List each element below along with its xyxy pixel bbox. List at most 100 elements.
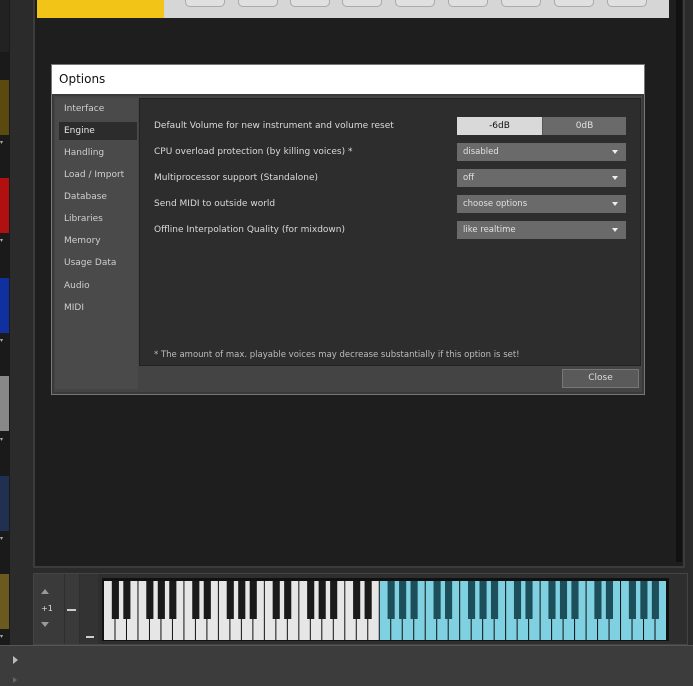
sidebar-item-engine[interactable]: Engine: [59, 122, 137, 140]
close-button[interactable]: Close: [562, 369, 639, 388]
cpu-overload-dropdown[interactable]: disabled: [457, 143, 626, 161]
cpu-overload-value: disabled: [463, 147, 499, 157]
black-key[interactable]: [548, 581, 556, 619]
black-key[interactable]: [490, 581, 499, 619]
black-key[interactable]: [238, 581, 246, 619]
black-key[interactable]: [410, 581, 418, 619]
thumbnail[interactable]: [0, 574, 9, 629]
black-key[interactable]: [226, 581, 234, 619]
mod-wheel-indicator[interactable]: [86, 636, 94, 638]
header-button[interactable]: [395, 0, 435, 7]
vertical-scrollbar[interactable]: [676, 0, 682, 562]
black-key[interactable]: [467, 581, 476, 619]
header-button[interactable]: [448, 0, 488, 7]
header-button[interactable]: [554, 0, 594, 7]
thumbnail[interactable]: [0, 278, 9, 333]
collapse-arrow-icon[interactable]: [13, 677, 17, 683]
send-midi-dropdown[interactable]: choose options: [457, 195, 626, 213]
black-key[interactable]: [640, 581, 648, 619]
black-key[interactable]: [284, 581, 292, 619]
black-key[interactable]: [387, 581, 395, 619]
sidebar-item-libraries[interactable]: Libraries: [59, 210, 137, 228]
sidebar-item-usage-data[interactable]: Usage Data: [59, 254, 137, 272]
header-button[interactable]: [501, 0, 541, 7]
pitch-wheel-indicator[interactable]: [67, 609, 76, 611]
offline-quality-value: like realtime: [463, 225, 516, 235]
thumbnail-arrow-icon[interactable]: ▾: [0, 338, 6, 344]
instrument-thumbnail-strip: ▾ ▾ ▾ ▾ ▾ ▾: [0, 0, 10, 645]
black-key[interactable]: [445, 581, 453, 619]
black-key[interactable]: [364, 581, 372, 619]
black-key[interactable]: [157, 581, 165, 619]
thumbnail[interactable]: [0, 376, 9, 431]
piano-keyboard[interactable]: [102, 578, 669, 641]
thumbnail[interactable]: [0, 178, 9, 233]
thumbnail-arrow-icon[interactable]: ▾: [0, 634, 6, 640]
black-key[interactable]: [605, 581, 613, 619]
sidebar-item-midi[interactable]: MIDI: [59, 299, 137, 317]
sidebar-item-interface[interactable]: Interface: [59, 100, 137, 118]
cpu-overload-label: CPU overload protection (by killing voic…: [154, 147, 353, 157]
instrument-header-image: [37, 0, 164, 18]
sidebar-item-handling[interactable]: Handling: [59, 144, 137, 162]
thumbnail-arrow-icon[interactable]: ▾: [0, 437, 6, 443]
octave-up-icon[interactable]: [41, 589, 49, 594]
expand-arrow-icon[interactable]: [13, 656, 18, 664]
black-key[interactable]: [594, 581, 602, 619]
black-key[interactable]: [123, 581, 131, 619]
thumbnail-arrow-icon[interactable]: ▾: [0, 536, 6, 542]
black-key[interactable]: [651, 581, 659, 619]
black-key[interactable]: [169, 581, 177, 619]
sidebar-item-database[interactable]: Database: [59, 188, 137, 206]
black-key[interactable]: [272, 581, 280, 619]
options-sidebar: Interface Engine Handling Load / Import …: [55, 98, 138, 389]
black-key[interactable]: [525, 581, 533, 619]
sidebar-item-audio[interactable]: Audio: [59, 277, 137, 295]
octave-down-icon[interactable]: [41, 622, 49, 627]
mod-control: [80, 574, 98, 644]
chevron-down-icon: [612, 150, 618, 154]
thumbnail[interactable]: [0, 476, 9, 531]
black-key[interactable]: [192, 581, 200, 619]
send-midi-label: Send MIDI to outside world: [154, 199, 276, 209]
sidebar-item-load-import[interactable]: Load / Import: [59, 166, 137, 184]
header-button[interactable]: [238, 0, 278, 7]
thumbnail[interactable]: [0, 80, 9, 135]
black-key[interactable]: [571, 581, 579, 619]
chevron-down-icon: [612, 176, 618, 180]
black-key[interactable]: [111, 581, 119, 619]
black-key[interactable]: [146, 581, 154, 619]
header-button[interactable]: [290, 0, 330, 7]
bottom-bar: [0, 645, 693, 686]
black-key[interactable]: [433, 581, 441, 619]
default-volume-label: Default Volume for new instrument and vo…: [154, 121, 394, 131]
header-button[interactable]: [342, 0, 382, 7]
multiprocessor-dropdown[interactable]: off: [457, 169, 626, 187]
black-key[interactable]: [513, 581, 522, 619]
volume-option-minus6db[interactable]: -6dB: [457, 117, 542, 135]
header-button[interactable]: [185, 0, 225, 7]
black-key[interactable]: [628, 581, 636, 619]
thumbnail-arrow-icon[interactable]: ▾: [0, 238, 6, 244]
black-key[interactable]: [399, 581, 407, 619]
offline-quality-label: Offline Interpolation Quality (for mixdo…: [154, 225, 346, 235]
volume-option-0db[interactable]: 0dB: [542, 117, 626, 135]
options-dialog: Options Interface Engine Handling Load /…: [51, 64, 645, 395]
engine-settings-panel: Default Volume for new instrument and vo…: [139, 98, 641, 366]
black-key[interactable]: [330, 581, 338, 619]
sidebar-item-memory[interactable]: Memory: [59, 232, 137, 250]
black-key[interactable]: [203, 581, 211, 619]
black-key[interactable]: [479, 581, 487, 619]
footnote: * The amount of max. playable voices may…: [154, 350, 520, 360]
offline-quality-dropdown[interactable]: like realtime: [457, 221, 626, 239]
chevron-down-icon: [612, 228, 618, 232]
black-key[interactable]: [307, 581, 315, 619]
black-key[interactable]: [353, 581, 361, 619]
black-key[interactable]: [249, 581, 257, 619]
thumbnail[interactable]: [0, 0, 9, 52]
thumbnail-arrow-icon[interactable]: ▾: [0, 140, 6, 146]
send-midi-value: choose options: [463, 199, 528, 209]
header-button[interactable]: [607, 0, 647, 7]
black-key[interactable]: [318, 581, 326, 619]
black-key[interactable]: [559, 581, 568, 619]
